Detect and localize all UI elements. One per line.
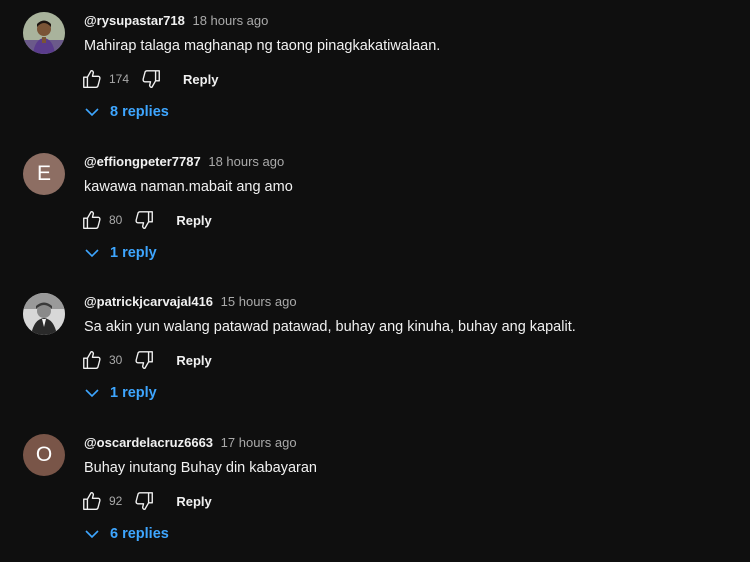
comment-item: @patrickjcarvajal416 15 hours ago Sa aki… (0, 281, 750, 421)
reply-button[interactable]: Reply (176, 494, 211, 509)
thumbs-up-icon (83, 210, 101, 229)
like-button[interactable] (80, 208, 104, 232)
avatar[interactable]: E (23, 153, 65, 195)
replies-count-label: 8 replies (110, 104, 169, 120)
like-count: 30 (109, 353, 123, 367)
comment-author[interactable]: @effiongpeter7787 (84, 154, 201, 169)
reply-button[interactable]: Reply (183, 72, 218, 87)
like-count: 174 (109, 72, 130, 86)
reply-button[interactable]: Reply (176, 353, 211, 368)
like-count: 80 (109, 213, 123, 227)
comment-author[interactable]: @rysupastar718 (84, 13, 185, 28)
comment-header: @rysupastar718 18 hours ago (84, 13, 268, 29)
chevron-down-icon (84, 104, 100, 120)
comment-timestamp[interactable]: 17 hours ago (221, 435, 297, 450)
thumbs-up-icon (83, 350, 101, 369)
avatar-letter: O (35, 443, 53, 466)
like-button[interactable] (80, 67, 104, 91)
comment-text: Buhay inutang Buhay din kabayaran (84, 460, 317, 476)
replies-count-label: 6 replies (110, 526, 169, 542)
user-photo-icon (23, 293, 65, 335)
like-count: 92 (109, 494, 123, 508)
comment-actions: 80 Reply (80, 207, 212, 233)
comment-item: E @effiongpeter7787 18 hours ago kawawa … (0, 141, 750, 281)
avatar-letter: E (36, 162, 51, 185)
comment-timestamp[interactable]: 18 hours ago (208, 154, 284, 169)
comment-text: kawawa naman.mabait ang amo (84, 179, 293, 195)
like-button[interactable] (80, 489, 104, 513)
comment-timestamp[interactable]: 18 hours ago (192, 13, 268, 28)
view-replies-button[interactable]: 8 replies (84, 100, 169, 124)
dislike-button[interactable] (139, 67, 163, 91)
replies-count-label: 1 reply (110, 245, 157, 261)
replies-count-label: 1 reply (110, 385, 157, 401)
thumbs-down-icon (135, 351, 154, 370)
chevron-down-icon (84, 245, 100, 261)
comment-text: Sa akin yun walang patawad patawad, buha… (84, 319, 576, 335)
comment-actions: 174 Reply (80, 66, 218, 92)
dislike-button[interactable] (132, 208, 156, 232)
dislike-button[interactable] (132, 489, 156, 513)
comment-item: @rysupastar718 18 hours ago Mahirap tala… (0, 0, 750, 140)
comment-author[interactable]: @oscardelacruz6663 (84, 435, 213, 450)
thumbs-up-icon (83, 491, 101, 510)
thumbs-down-icon (142, 70, 160, 89)
avatar[interactable] (23, 293, 65, 335)
comment-item: O @oscardelacruz6663 17 hours ago Buhay … (0, 422, 750, 562)
comment-header: @patrickjcarvajal416 15 hours ago (84, 294, 297, 310)
view-replies-button[interactable]: 1 reply (84, 381, 157, 405)
avatar[interactable] (23, 12, 65, 54)
user-photo-icon (23, 12, 65, 54)
comment-author[interactable]: @patrickjcarvajal416 (84, 294, 213, 309)
dislike-button[interactable] (132, 348, 156, 372)
comment-header: @effiongpeter7787 18 hours ago (84, 154, 284, 170)
view-replies-button[interactable]: 1 reply (84, 241, 157, 265)
reply-button[interactable]: Reply (176, 213, 211, 228)
comment-timestamp[interactable]: 15 hours ago (221, 294, 297, 309)
comment-text: Mahirap talaga maghanap ng taong pinagka… (84, 38, 441, 54)
comment-actions: 30 Reply (80, 347, 212, 373)
comment-actions: 92 Reply (80, 488, 212, 514)
avatar[interactable]: O (23, 434, 65, 476)
comment-header: @oscardelacruz6663 17 hours ago (84, 435, 297, 451)
thumbs-down-icon (135, 492, 154, 511)
chevron-down-icon (84, 526, 100, 542)
thumbs-up-icon (83, 69, 101, 88)
thumbs-down-icon (135, 211, 154, 230)
like-button[interactable] (80, 348, 104, 372)
chevron-down-icon (84, 385, 100, 401)
view-replies-button[interactable]: 6 replies (84, 522, 169, 546)
